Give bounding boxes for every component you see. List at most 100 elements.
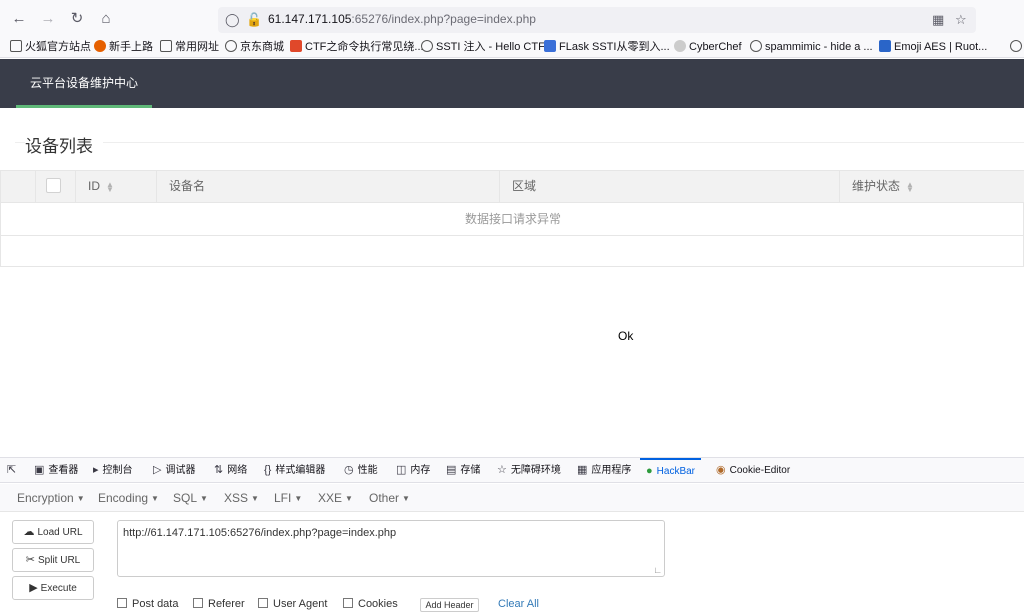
csdn-icon — [290, 40, 302, 52]
firefox-icon — [94, 40, 106, 52]
console-icon: ▸ — [93, 464, 99, 476]
menu-xxe[interactable]: XXE ▼ — [318, 491, 353, 505]
table-header-cell — [1, 171, 35, 202]
forward-icon[interactable]: → — [38, 9, 58, 29]
empty-message: 数据接口请求异常 — [1, 203, 1024, 236]
load-url-button[interactable]: ☁ Load URL — [12, 520, 94, 544]
site-icon — [544, 40, 556, 52]
url-textarea-value: http://61.147.171.105:65276/index.php?pa… — [123, 527, 397, 539]
select-all-checkbox[interactable] — [46, 178, 61, 193]
tab-cookie-editor[interactable]: ◉ Cookie-Editor — [716, 458, 790, 482]
back-icon[interactable]: ← — [9, 9, 29, 29]
storage-icon: ▤ — [446, 464, 457, 476]
user-agent-checkbox[interactable]: User Agent — [258, 598, 327, 610]
url-path: :65276/index.php?page=index.php — [351, 12, 536, 26]
menu-lfi[interactable]: LFI ▼ — [274, 491, 302, 505]
bookmark-item[interactable]: 常用网址 — [160, 40, 219, 55]
bookmark-item[interactable]: SSTI 注入 - Hello CTF — [421, 40, 545, 55]
style-editor-icon: {} — [264, 464, 272, 476]
bookmark-item[interactable]: 新手上路 — [94, 40, 153, 55]
sort-icon[interactable]: ▲ ▼ — [906, 180, 914, 193]
tab-style-editor[interactable]: {} 样式编辑器 — [264, 458, 325, 482]
bookmark-item[interactable]: CyberChef — [674, 40, 742, 55]
spammimic-icon — [750, 40, 762, 52]
tab-inspector[interactable]: ▣ 查看器 — [34, 458, 78, 482]
caret-down-icon: ▼ — [76, 494, 85, 503]
shield-icon[interactable]: ◯ — [225, 11, 240, 29]
debugger-icon: ▷ — [153, 464, 162, 476]
element-picker-icon[interactable]: ⇱ — [7, 458, 20, 482]
folder-icon — [10, 40, 22, 52]
globe-icon — [421, 40, 433, 52]
cloud-download-icon: ☁ — [23, 526, 35, 538]
bookmark-item[interactable]: FLask SSTI从零到入... — [544, 40, 670, 55]
add-header-button[interactable]: Add Header — [420, 598, 479, 612]
bookmark-item[interactable]: 火狐官方站点 — [10, 40, 91, 55]
tab-hackbar[interactable]: ● HackBar — [640, 458, 702, 482]
app-header: 云平台设备维护中心 — [0, 59, 1024, 108]
qr-code-icon[interactable]: ▦ — [932, 11, 944, 29]
caret-down-icon: ▼ — [251, 494, 259, 503]
tab-memory[interactable]: ◫ 内存 — [396, 458, 430, 482]
performance-icon: ◷ — [344, 464, 354, 476]
bookmark-item[interactable]: spammimic - hide a ... — [750, 40, 873, 55]
tab-application[interactable]: ▦ 应用程序 — [577, 458, 631, 482]
table-header: ID ▲ ▼ 设备名 区域 维护状态 ▲ ▼ — [1, 171, 1024, 203]
resize-grip-icon[interactable]: ∟ — [653, 565, 662, 575]
accessibility-icon: ☆ — [497, 464, 507, 476]
bookmark-item[interactable]: Emoji AES | Ruot... — [879, 40, 987, 55]
column-header-region: 区域 — [499, 171, 839, 202]
table-footer — [1, 236, 1024, 267]
inspector-icon: ▣ — [34, 464, 45, 476]
browser-toolbar: ← → ↻ ⌂ ◯ 🔓 61.147.171.105:65276/index.p… — [0, 0, 1024, 38]
menu-sql[interactable]: SQL ▼ — [173, 491, 208, 505]
post-data-checkbox[interactable]: Post data — [117, 598, 178, 610]
caret-down-icon: ▼ — [151, 494, 159, 503]
hackbar-panel: ☁ Load URL ✂ Split URL ▶ Execute http://61.… — [0, 512, 1024, 612]
nav-item-maintenance-center[interactable]: 云平台设备维护中心 — [16, 59, 152, 108]
sort-icon[interactable]: ▲ ▼ — [106, 180, 114, 193]
bookmark-star-icon[interactable]: ☆ — [955, 11, 967, 29]
url-textarea[interactable]: http://61.147.171.105:65276/index.php?pa… — [117, 520, 665, 577]
column-header-id[interactable]: ID ▲ ▼ — [75, 171, 156, 202]
menu-encoding[interactable]: Encoding ▼ — [98, 491, 159, 505]
device-table: ID ▲ ▼ 设备名 区域 维护状态 ▲ ▼ 数据接口请求异常 — [0, 170, 1024, 267]
network-icon: ⇅ — [214, 464, 224, 476]
home-icon[interactable]: ⌂ — [96, 9, 116, 29]
menu-encryption[interactable]: Encryption ▼ — [17, 491, 85, 505]
column-header-maintenance-status[interactable]: 维护状态 ▲ ▼ — [839, 171, 1024, 202]
cookie-icon: ◉ — [716, 464, 726, 476]
tab-network[interactable]: ⇅ 网络 — [214, 458, 247, 482]
column-header-device-name: 设备名 — [156, 171, 499, 202]
tab-performance[interactable]: ◷ 性能 — [344, 458, 378, 482]
cyberchef-icon — [674, 40, 686, 52]
tab-console[interactable]: ▸ 控制台 — [93, 458, 133, 482]
tab-accessibility[interactable]: ☆ 无障碍环境 — [497, 458, 561, 482]
globe-icon — [225, 40, 237, 52]
bookmark-item[interactable]: 京东商城 — [225, 40, 284, 55]
split-url-button[interactable]: ✂ Split URL — [12, 548, 94, 572]
clear-all-link[interactable]: Clear All — [498, 598, 539, 610]
menu-other[interactable]: Other ▼ — [369, 491, 410, 505]
bookmarks-bar: 火狐官方站点 新手上路 常用网址 京东商城 CTF之命令执行常见绕... SST… — [0, 38, 1024, 58]
cookies-checkbox[interactable]: Cookies — [343, 598, 398, 610]
emoji-aes-icon — [879, 40, 891, 52]
menu-xss[interactable]: XSS ▼ — [224, 491, 259, 505]
execute-button[interactable]: ▶ Execute — [12, 576, 94, 600]
hackbar-menu: Encryption ▼ Encoding ▼ SQL ▼ XSS ▼ LFI ▼ XXE… — [0, 484, 1024, 512]
tab-debugger[interactable]: ▷ 调试器 — [153, 458, 195, 482]
table-header-checkbox-cell — [35, 171, 75, 202]
bookmark-item[interactable]: CTF之命令执行常见绕... — [290, 40, 424, 55]
application-icon: ▦ — [577, 464, 588, 476]
caret-down-icon: ▼ — [200, 494, 208, 503]
caret-down-icon: ▼ — [402, 494, 410, 503]
address-bar[interactable]: ◯ 🔓 61.147.171.105:65276/index.php?page=… — [218, 7, 976, 33]
reload-icon[interactable]: ↻ — [67, 9, 87, 29]
referer-checkbox[interactable]: Referer — [193, 598, 245, 610]
url-text[interactable]: 61.147.171.105:65276/index.php?page=inde… — [268, 12, 536, 26]
hackbar-icon: ● — [646, 465, 653, 477]
section-title: 设备列表 — [25, 132, 103, 157]
insecure-lock-icon[interactable]: 🔓 — [246, 11, 262, 29]
tab-storage[interactable]: ▤ 存储 — [446, 458, 480, 482]
globe-icon[interactable] — [1010, 40, 1024, 55]
